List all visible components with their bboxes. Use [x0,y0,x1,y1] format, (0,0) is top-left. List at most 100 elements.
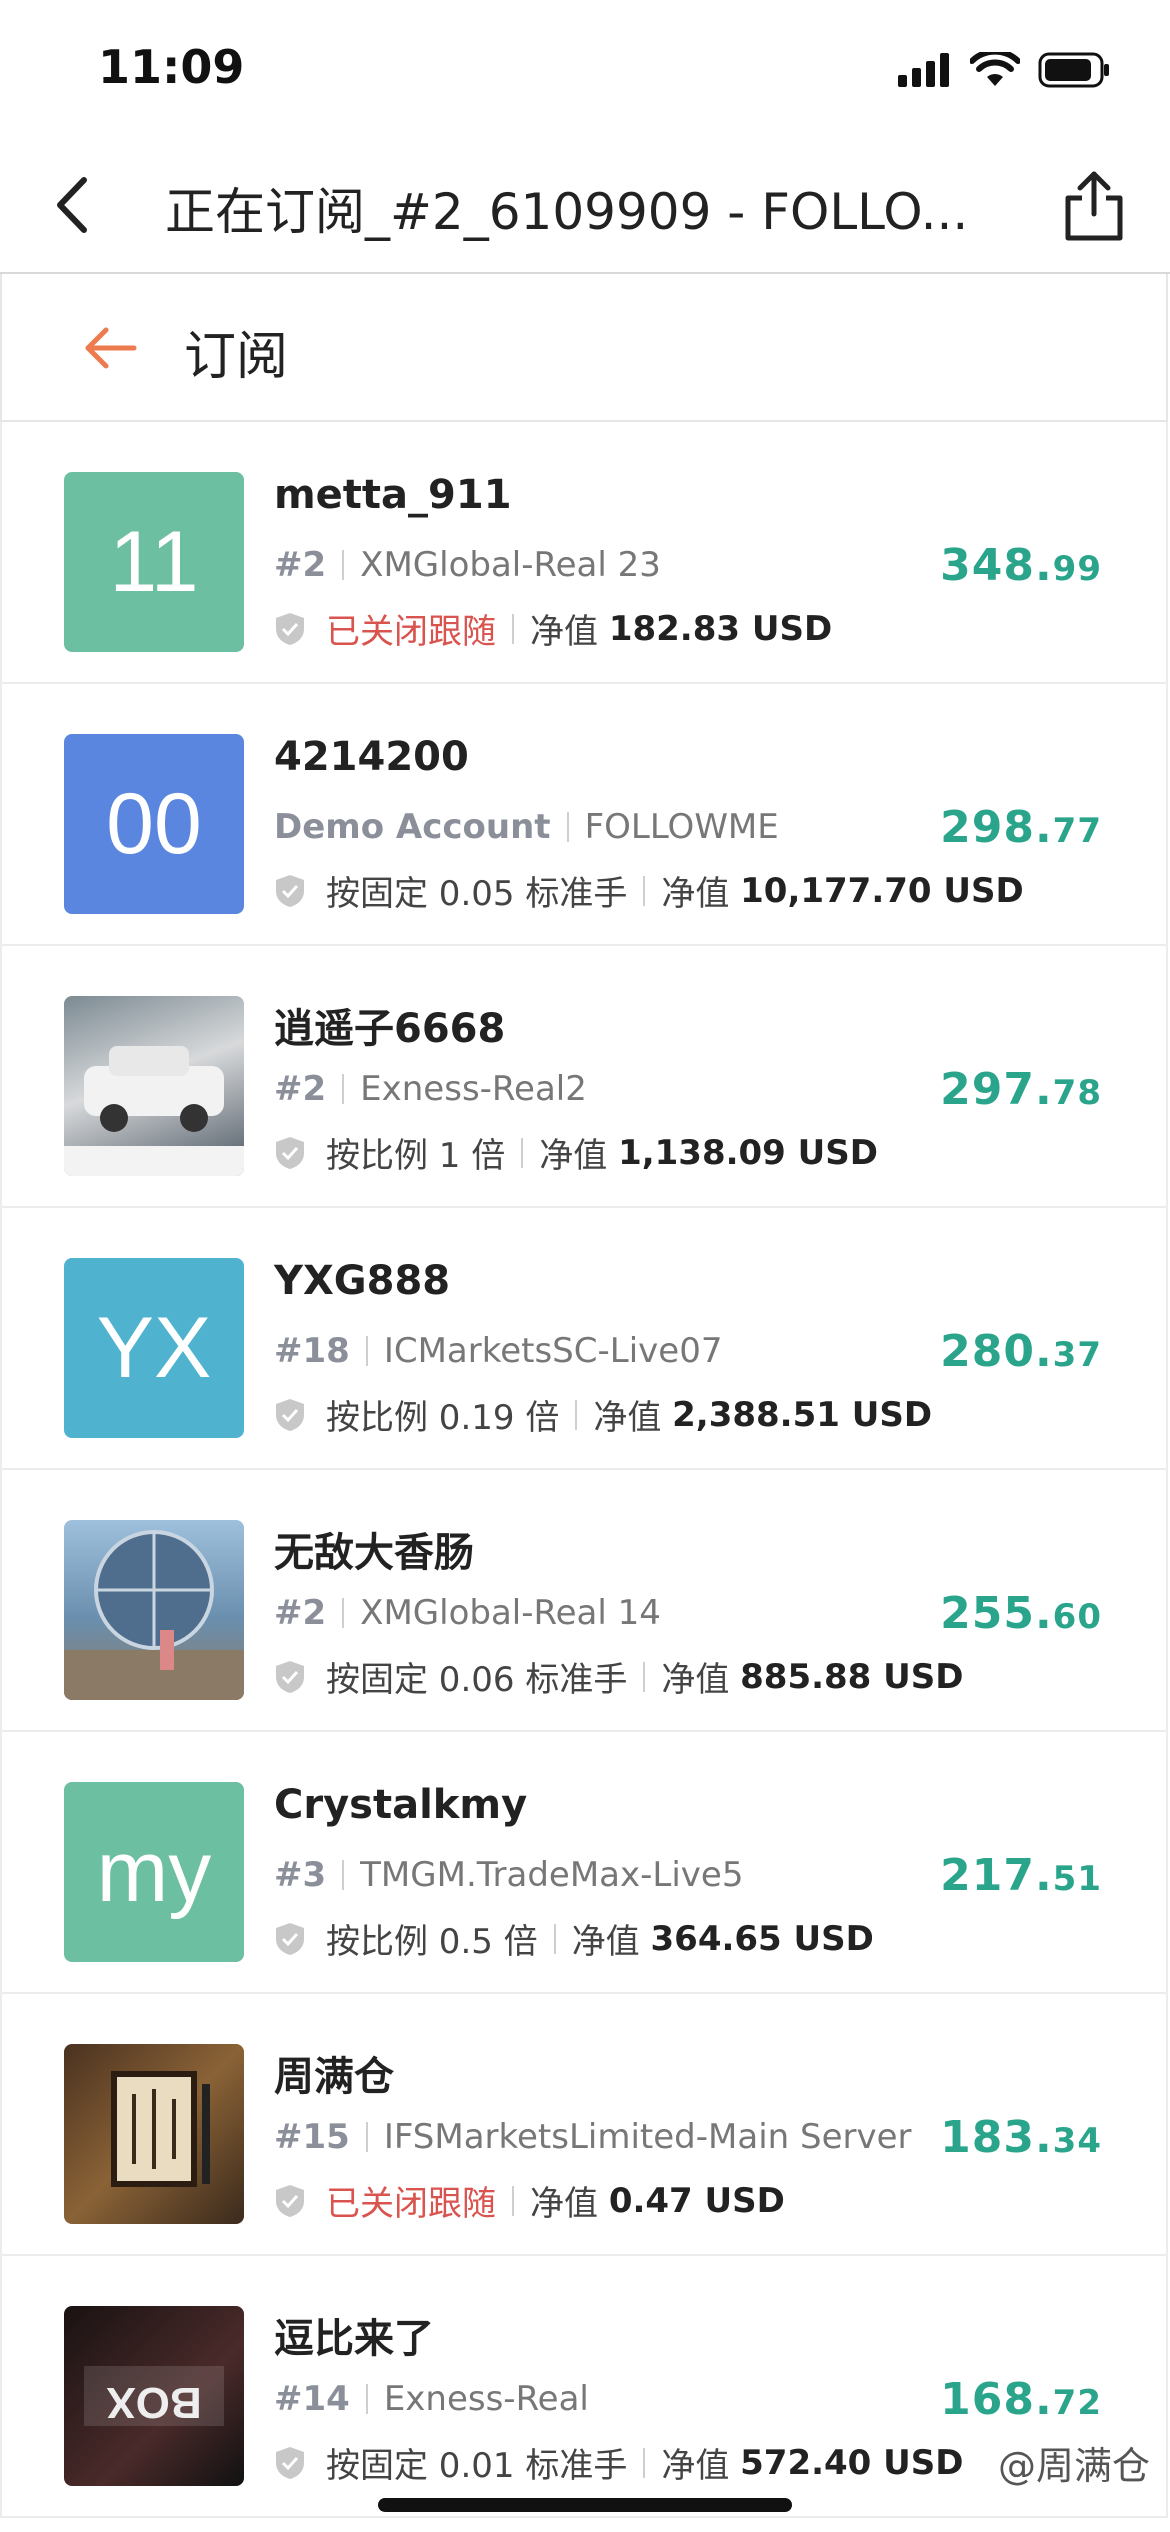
follow-info: 按固定 0.06 标准手 净值 885.88 USD [274,1652,964,1701]
equity-value: 572.40 USD [740,2442,964,2483]
account-info: #15 IFSMarketsLimited-Main Server [274,2117,912,2157]
home-indicator [378,2498,792,2512]
shield-icon [276,874,304,907]
server-name: Exness-Real2 [360,1069,587,1109]
follow-mode: 按比例 1 倍 [326,1136,506,1176]
account-info: #2 Exness-Real2 [274,1069,587,1109]
trader-name: 4214200 [274,734,469,780]
list-item[interactable]: 00 4214200 Demo Account FOLLOWME 按固定 0.0… [0,684,1168,946]
profit-value: 297.78 [940,1064,1102,1115]
list-item[interactable]: my Crystalkmy #3 TMGM.TradeMax-Live5 按比例… [0,1732,1168,1994]
account-info: Demo Account FOLLOWME [274,807,779,847]
follow-info: 已关闭跟随 净值 182.83 USD [274,604,832,653]
shield-icon [276,1398,304,1431]
subscription-list: 11 metta_911 #2 XMGlobal-Real 23 已关闭跟随 净… [0,422,1170,2518]
rank: #2 [274,1593,327,1633]
follow-mode: 按固定 0.05 标准手 [326,874,628,914]
account-info: #3 TMGM.TradeMax-Live5 [274,1855,743,1895]
equity-value: 10,177.70 USD [740,870,1024,911]
avatar: YX [64,1258,244,1438]
equity-label: 净值 [530,612,598,652]
follow-info: 按比例 1 倍 净值 1,138.09 USD [274,1128,878,1177]
profit-value: 168.72 [940,2374,1102,2425]
equity-value: 885.88 USD [740,1656,964,1697]
shield-icon [276,612,304,645]
equity-label: 净值 [661,874,730,914]
equity-value: 364.65 USD [650,1918,874,1959]
server-name: IFSMarketsLimited-Main Server [383,2117,912,2157]
shield-icon [276,1922,304,1955]
battery-icon [1038,52,1109,88]
shield-icon [276,1136,304,1169]
follow-info: 按固定 0.01 标准手 净值 572.40 USD [274,2438,964,2487]
follow-mode: 按固定 0.06 标准手 [326,1660,628,1700]
trader-name: 周满仓 [274,2054,394,2100]
rank: #14 [274,2379,350,2419]
rank: #18 [274,1331,350,1371]
follow-mode: 已关闭跟随 [326,2184,496,2224]
shield-icon [276,2184,304,2217]
server-name: Exness-Real [383,2379,589,2419]
equity-label: 净值 [661,2446,730,2486]
shield-icon [276,1660,304,1693]
profit-value: 280.37 [940,1326,1102,1377]
follow-info: 按比例 0.5 倍 净值 364.65 USD [274,1914,874,1963]
server-name: XMGlobal-Real 14 [360,1593,661,1633]
list-item[interactable]: 周满仓 #15 IFSMarketsLimited-Main Server 已关… [0,1994,1168,2256]
status-time: 11:09 [98,40,245,94]
equity-label: 净值 [539,1136,608,1176]
subscription-header: 订阅 [0,274,1168,422]
follow-info: 已关闭跟随 净值 0.47 USD [274,2176,785,2225]
trader-name: metta_911 [274,472,512,518]
trader-name: 无敌大香肠 [274,1530,474,1576]
equity-value: 2,388.51 USD [672,1394,933,1435]
trader-name: YXG888 [274,1258,451,1304]
avatar-photo-globe [64,1520,244,1700]
profit-value: 183.34 [940,2112,1102,2163]
watermark: @周满仓 [997,2444,1150,2488]
rank: Demo Account [274,807,551,847]
back-arrow-icon[interactable] [80,318,140,378]
rank: #2 [274,545,327,585]
avatar: 00 [64,734,244,914]
signal-icon [898,53,949,87]
server-name: FOLLOWME [584,807,779,847]
svg-text:BOX: BOX [106,2378,201,2427]
wifi-icon [970,52,1020,86]
equity-label: 净值 [593,1398,662,1438]
list-item[interactable]: 11 metta_911 #2 XMGlobal-Real 23 已关闭跟随 净… [0,422,1168,684]
trader-name: Crystalkmy [274,1782,528,1828]
page-title: 正在订阅_#2_6109909 - FOLLO... [165,183,969,241]
avatar-photo-box: BOX [64,2306,244,2486]
list-item[interactable]: 逍遥子6668 #2 Exness-Real2 按比例 1 倍 净值 1,138… [0,946,1168,1208]
equity-value: 0.47 USD [608,2180,785,2221]
avatar: my [64,1782,244,1962]
equity-label: 净值 [661,1660,730,1700]
share-icon[interactable] [1058,168,1130,244]
status-bar: 11:09 [0,0,1170,140]
list-item[interactable]: BOX 逗比来了 #14 Exness-Real 按固定 0.01 标准手 净值… [0,2256,1168,2518]
account-info: #18 ICMarketsSC-Live07 [274,1331,722,1371]
avatar-photo-car [64,996,244,1176]
profit-value: 348.99 [940,540,1102,591]
equity-value: 182.83 USD [608,608,833,649]
equity-label: 净值 [530,2184,598,2224]
rank: #3 [274,1855,327,1895]
account-info: #2 XMGlobal-Real 14 [274,1593,661,1633]
navigation-bar: 正在订阅_#2_6109909 - FOLLO... [0,140,1170,274]
avatar: 11 [64,472,244,652]
equity-label: 净值 [571,1922,640,1962]
server-name: XMGlobal-Real 23 [360,545,661,585]
profit-value: 298.77 [940,802,1102,853]
profit-value: 255.60 [940,1588,1102,1639]
account-info: #14 Exness-Real [274,2379,589,2419]
list-item[interactable]: 无敌大香肠 #2 XMGlobal-Real 14 按固定 0.06 标准手 净… [0,1470,1168,1732]
list-item[interactable]: YX YXG888 #18 ICMarketsSC-Live07 按比例 0.1… [0,1208,1168,1470]
status-icons [898,52,1110,88]
rank: #2 [274,1069,327,1109]
back-chevron-icon[interactable] [40,170,110,240]
follow-mode: 按固定 0.01 标准手 [326,2446,628,2486]
section-title: 订阅 [184,327,289,387]
avatar-photo-calligraphy [64,2044,244,2224]
profit-value: 217.51 [940,1850,1102,1901]
